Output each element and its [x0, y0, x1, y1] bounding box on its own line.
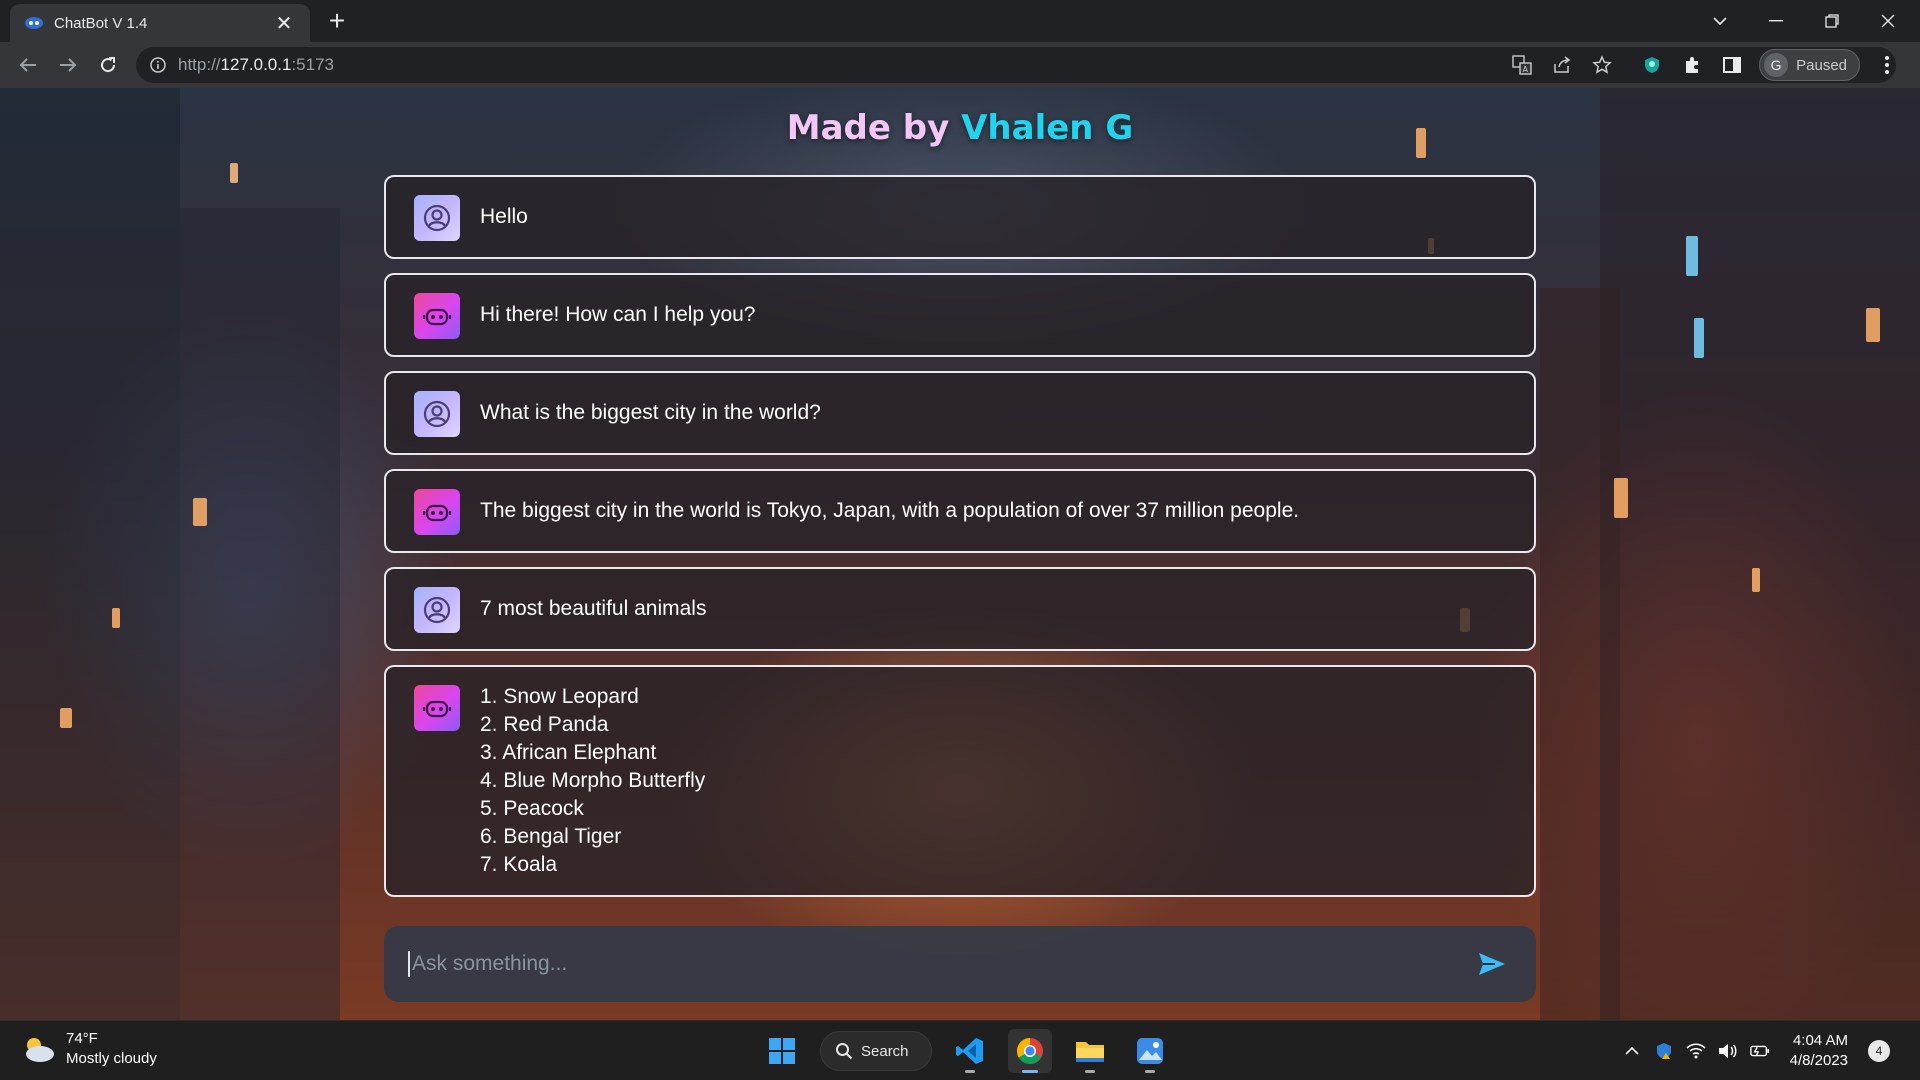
bot-avatar-icon	[414, 489, 460, 535]
weather-widget[interactable]: 74°F Mostly cloudy	[20, 1029, 157, 1069]
restore-window-button[interactable]	[1804, 0, 1860, 42]
search-label: Search	[861, 1042, 909, 1060]
vscode-icon	[956, 1038, 983, 1064]
tab-strip: ChatBot V 1.4 ✕ +	[0, 0, 1920, 42]
profile-status: Paused	[1796, 56, 1847, 74]
chat-message-list: Hello Hi there! How can I help you? What…	[384, 175, 1536, 911]
close-window-button[interactable]	[1860, 0, 1916, 42]
extension-shield-icon[interactable]	[1639, 52, 1665, 78]
clock-date: 4/8/2023	[1789, 1052, 1848, 1069]
clock-time: 4:04 AM	[1792, 1032, 1848, 1049]
message-bot: The biggest city in the world is Tokyo, …	[384, 469, 1536, 553]
url-text: http://127.0.0.1:5173	[178, 55, 334, 74]
side-panel-icon[interactable]	[1719, 52, 1745, 78]
tab-close-icon[interactable]: ✕	[272, 11, 296, 36]
bot-avatar-icon	[414, 685, 460, 731]
taskbar-search[interactable]: Search	[820, 1031, 932, 1071]
wifi-icon[interactable]	[1686, 1041, 1706, 1061]
svg-text:A: A	[1523, 65, 1529, 74]
vite-favicon-icon	[25, 17, 43, 29]
user-avatar-icon	[414, 195, 460, 241]
message-text: What is the biggest city in the world?	[480, 401, 821, 424]
os-taskbar: 74°F Mostly cloudy Search 4:04 AM 4/8/20…	[0, 1020, 1920, 1080]
message-text: Hello	[480, 205, 528, 228]
kebab-menu-icon[interactable]	[1874, 52, 1900, 78]
cloudy-weather-icon	[26, 1038, 54, 1062]
system-tray: 4:04 AM 4/8/2023 4	[1622, 1021, 1890, 1080]
send-icon	[1479, 953, 1505, 975]
chevron-up-icon[interactable]	[1622, 1041, 1642, 1061]
file-explorer-app[interactable]	[1068, 1029, 1112, 1073]
bot-avatar-icon	[414, 293, 460, 339]
message-text: The biggest city in the world is Tokyo, …	[480, 499, 1300, 522]
message-composer	[384, 926, 1536, 1002]
message-text: Hi there! How can I help you?	[480, 303, 756, 326]
minimize-window-button[interactable]	[1748, 0, 1804, 42]
forward-arrow-icon[interactable]	[48, 45, 88, 85]
back-arrow-icon[interactable]	[8, 45, 48, 85]
reload-icon[interactable]	[88, 45, 128, 85]
message-bot: Hi there! How can I help you?	[384, 273, 1536, 357]
bookmark-star-icon[interactable]	[1589, 52, 1615, 78]
security-shield-icon[interactable]	[1654, 1041, 1674, 1061]
folder-icon	[1076, 1042, 1104, 1062]
site-info-icon[interactable]	[150, 57, 166, 73]
extensions-puzzle-icon[interactable]	[1679, 52, 1705, 78]
chrome-app[interactable]	[1008, 1029, 1052, 1073]
tab-title: ChatBot V 1.4	[54, 14, 148, 32]
photos-app[interactable]	[1128, 1029, 1172, 1073]
user-avatar-icon	[414, 391, 460, 437]
profile-button[interactable]: G Paused	[1759, 49, 1860, 81]
page-viewport: Made by Vhalen G Hello Hi there! How can…	[0, 88, 1920, 1020]
photos-icon	[1137, 1038, 1163, 1064]
new-tab-button[interactable]: +	[322, 6, 352, 36]
send-button[interactable]	[1472, 944, 1512, 984]
message-user: What is the biggest city in the world?	[384, 371, 1536, 455]
start-button[interactable]	[760, 1029, 804, 1073]
chrome-icon	[1016, 1037, 1043, 1065]
user-avatar-icon	[414, 587, 460, 633]
taskbar-apps: Search	[760, 1027, 1172, 1075]
profile-avatar: G	[1764, 53, 1789, 77]
windows-logo-icon	[769, 1038, 795, 1064]
weather-description: Mostly cloudy	[66, 1050, 157, 1067]
translate-icon[interactable]: A	[1509, 52, 1535, 78]
prompt-input[interactable]	[408, 951, 1472, 977]
page-title: Made by Vhalen G	[786, 108, 1134, 148]
author-name: Vhalen G	[961, 108, 1134, 148]
vscode-app[interactable]	[948, 1029, 992, 1073]
message-user: 7 most beautiful animals	[384, 567, 1536, 651]
browser-toolbar: http://127.0.0.1:5173 A G Paused	[0, 42, 1920, 88]
message-text: 1. Snow Leopard 2. Red Panda 3. African …	[480, 685, 706, 876]
browser-tab[interactable]: ChatBot V 1.4 ✕	[10, 4, 310, 42]
message-bot: 1. Snow Leopard 2. Red Panda 3. African …	[384, 665, 1536, 897]
battery-icon[interactable]	[1749, 1041, 1770, 1061]
volume-icon[interactable]	[1718, 1041, 1738, 1061]
message-text: 7 most beautiful animals	[480, 597, 707, 620]
toolbar-actions: A G Paused	[1509, 42, 1900, 88]
tab-search-chevron-icon[interactable]	[1692, 0, 1748, 42]
search-icon	[836, 1043, 853, 1060]
message-user: Hello	[384, 175, 1536, 259]
system-clock[interactable]: 4:04 AM 4/8/2023	[1790, 1031, 1848, 1071]
share-icon[interactable]	[1549, 52, 1575, 78]
weather-temperature: 74°F	[66, 1030, 98, 1047]
notification-badge[interactable]: 4	[1868, 1040, 1890, 1062]
